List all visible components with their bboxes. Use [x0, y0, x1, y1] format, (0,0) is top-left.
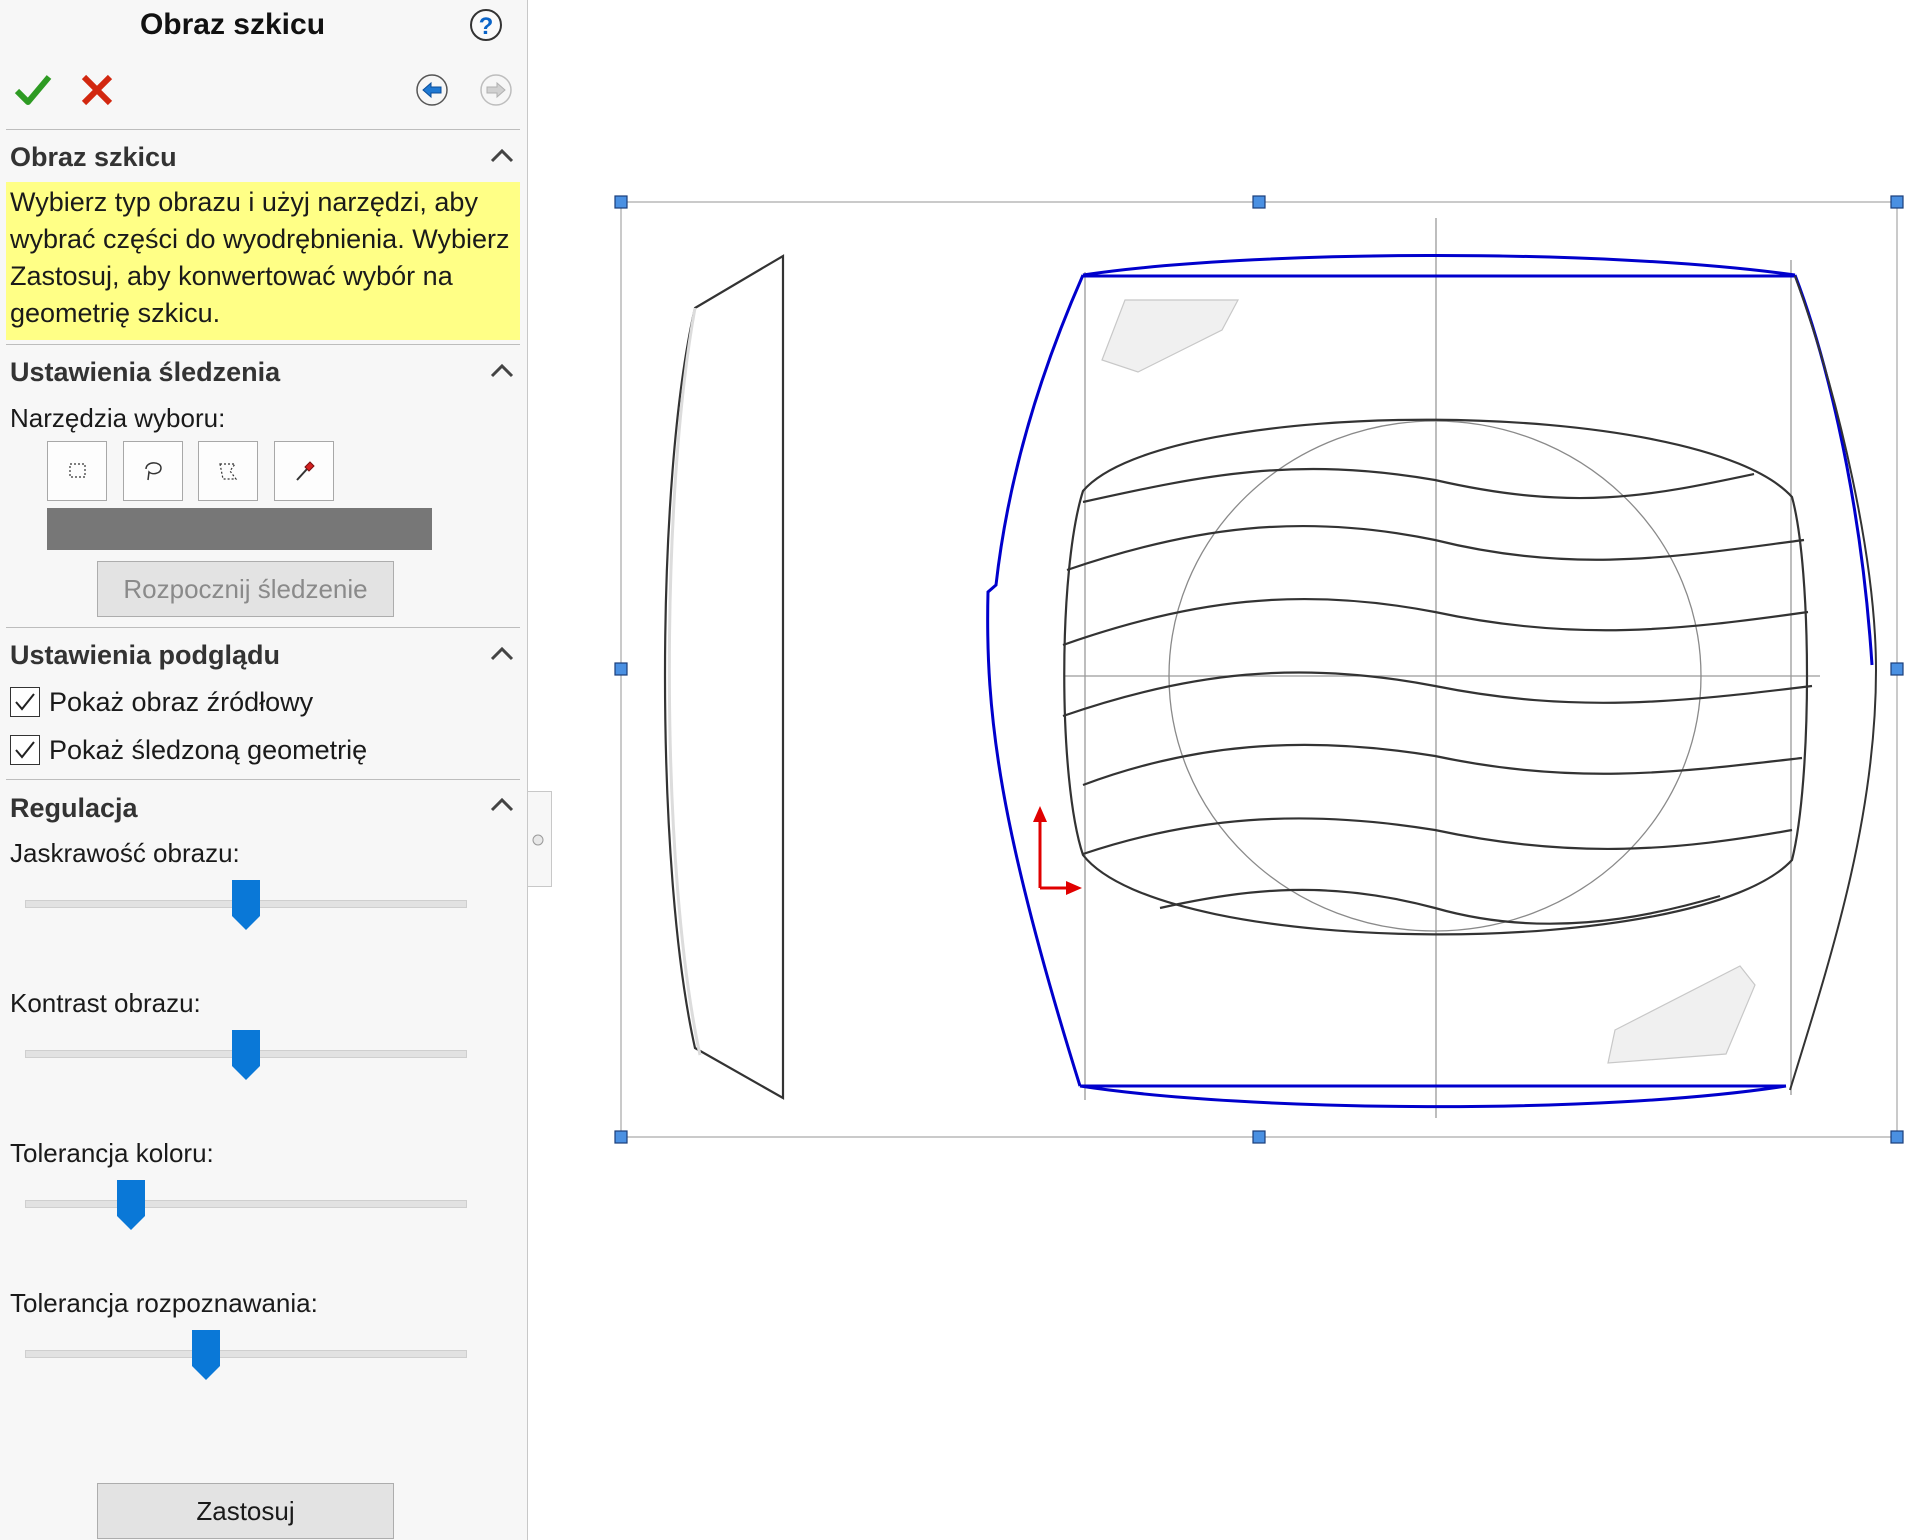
- separator: [6, 779, 520, 780]
- separator: [6, 344, 520, 345]
- polygon-select-tool[interactable]: [198, 441, 258, 501]
- show-traced-geometry-checkbox[interactable]: [10, 735, 40, 765]
- contrast-slider-thumb[interactable]: [232, 1030, 260, 1080]
- start-tracing-button[interactable]: Rozpocznij śledzenie: [97, 561, 394, 617]
- brightness-label: Jaskrawość obrazu:: [10, 838, 240, 868]
- color-tolerance-slider-thumb[interactable]: [117, 1180, 146, 1230]
- x-icon[interactable]: [80, 73, 114, 107]
- chevron-up-icon[interactable]: [488, 640, 516, 668]
- resize-handle: [1252, 1130, 1266, 1144]
- checkmark-icon: [15, 741, 35, 759]
- eyedropper-tool[interactable]: [274, 441, 334, 501]
- resize-handle: [1890, 195, 1904, 209]
- recognition-tolerance-slider[interactable]: [25, 1350, 467, 1358]
- arrow-right-icon[interactable]: [479, 73, 513, 107]
- section-header-sketch-image[interactable]: Obraz szkicu: [10, 142, 177, 173]
- section-header-trace-settings[interactable]: Ustawienia śledzenia: [10, 357, 280, 388]
- apply-button[interactable]: Zastosuj: [97, 1483, 394, 1539]
- resize-handle: [1890, 662, 1904, 676]
- panel-title: Obraz szkicu: [139, 8, 326, 41]
- selected-color-swatch: [47, 508, 432, 550]
- graphics-area[interactable]: [529, 0, 1908, 1540]
- chevron-up-icon[interactable]: [488, 142, 516, 170]
- eyedropper-icon: [296, 461, 315, 481]
- section-header-preview-settings[interactable]: Ustawienia podglądu: [10, 640, 280, 671]
- selection-tools-label: Narzędzia wyboru:: [10, 403, 226, 433]
- show-source-image-checkbox[interactable]: [10, 687, 40, 717]
- resize-handle: [614, 195, 628, 209]
- rectangle-select-tool[interactable]: [47, 441, 107, 501]
- resize-handle: [614, 1130, 628, 1144]
- resize-handle: [1252, 195, 1266, 209]
- brightness-slider-thumb[interactable]: [232, 880, 260, 930]
- recognition-tolerance-label: Tolerancja rozpoznawania:: [10, 1288, 318, 1318]
- property-manager-panel: Obraz szkicu ? Obraz szkicu Wybierz typ …: [0, 0, 528, 1540]
- show-source-image-label[interactable]: Pokaż obraz źródłowy: [49, 687, 313, 718]
- resize-handle: [614, 662, 628, 676]
- rectangle-select-icon: [69, 463, 86, 478]
- arrow-left-icon[interactable]: [415, 73, 449, 107]
- color-tolerance-label: Tolerancja koloru:: [10, 1138, 214, 1168]
- contrast-label: Kontrast obrazu:: [10, 988, 201, 1018]
- polygon-select-icon: [219, 463, 238, 480]
- checkmark-icon: [15, 693, 35, 711]
- color-tolerance-slider[interactable]: [25, 1200, 467, 1208]
- resize-handle: [1890, 1130, 1904, 1144]
- outline-right-sketch: [1789, 275, 1878, 1091]
- show-traced-geometry-label[interactable]: Pokaż śledzoną geometrię: [49, 735, 367, 766]
- section-header-adjustment[interactable]: Regulacja: [10, 793, 138, 824]
- help-icon[interactable]: ?: [470, 9, 502, 41]
- chevron-up-icon[interactable]: [488, 791, 516, 819]
- instruction-message: Wybierz typ obrazu i użyj narzędzi, aby …: [6, 182, 520, 340]
- lasso-select-icon: [145, 462, 162, 481]
- separator: [6, 129, 520, 130]
- lasso-select-tool[interactable]: [123, 441, 183, 501]
- separator: [6, 627, 520, 628]
- recognition-tolerance-slider-thumb[interactable]: [192, 1330, 221, 1380]
- chevron-up-icon[interactable]: [488, 357, 516, 385]
- checkmark-icon[interactable]: [14, 72, 52, 108]
